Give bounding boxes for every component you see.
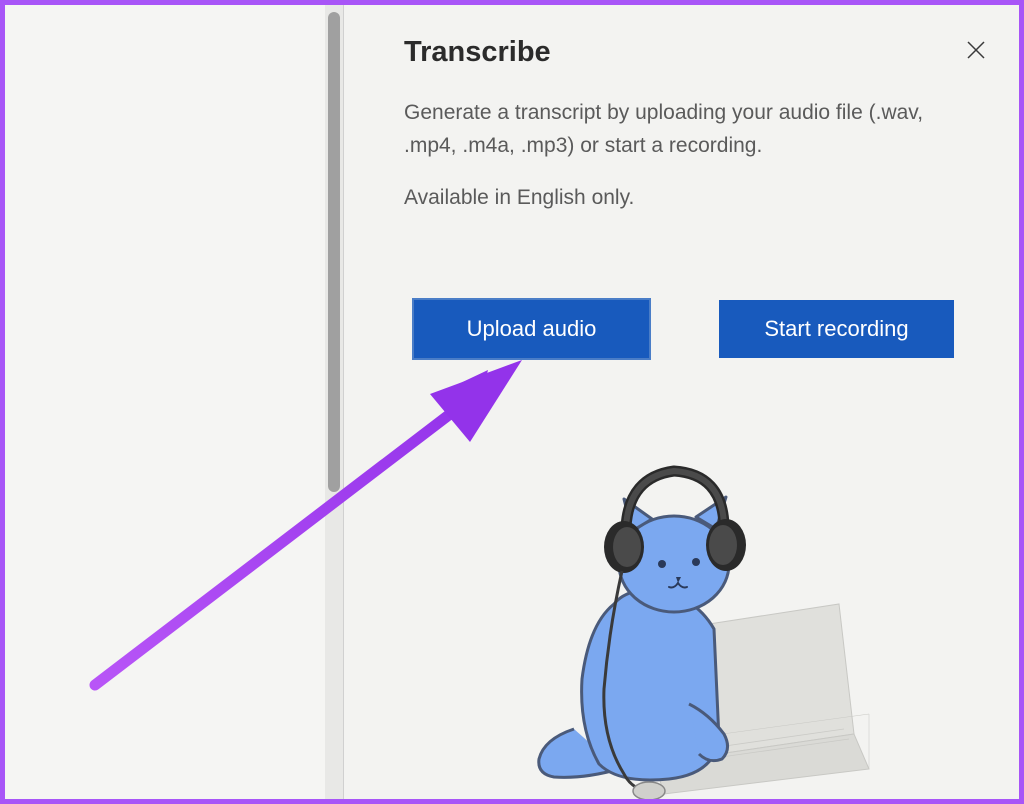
start-recording-button[interactable]: Start recording xyxy=(719,300,954,358)
cat-illustration xyxy=(474,449,894,799)
close-button[interactable] xyxy=(958,36,994,69)
scrollbar-thumb[interactable] xyxy=(328,12,340,492)
panel-subtext: Available in English only. xyxy=(404,186,994,210)
document-area xyxy=(0,0,325,804)
close-icon xyxy=(966,39,986,66)
upload-audio-button[interactable]: Upload audio xyxy=(414,300,649,358)
scrollbar[interactable] xyxy=(325,0,343,804)
panel-title: Transcribe xyxy=(404,36,551,69)
panel-description: Generate a transcript by uploading your … xyxy=(404,97,964,162)
transcribe-panel: Transcribe Generate a transcript by uplo… xyxy=(344,0,1024,804)
